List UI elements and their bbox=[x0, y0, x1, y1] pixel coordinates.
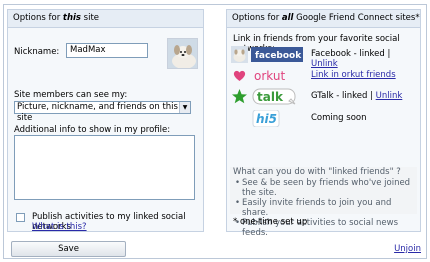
profile-info-textarea[interactable] bbox=[14, 135, 195, 200]
publish-activities-checkbox[interactable] bbox=[16, 213, 25, 222]
link-orkut-friends-link[interactable]: Link in orkut friends bbox=[311, 70, 396, 80]
profile-photo-icon bbox=[231, 46, 248, 63]
linked-friends-faq: What can you do with "linked friends" ? … bbox=[230, 167, 417, 238]
hi5-logo-icon: hi5 bbox=[252, 110, 280, 127]
svg-text:talk: talk bbox=[257, 90, 284, 104]
gtalk-status-text: GTalk - linked | bbox=[311, 91, 376, 101]
site-options-header-em: this bbox=[62, 13, 81, 23]
facebook-status-text: Facebook - linked | bbox=[311, 49, 391, 59]
faq-list: See & be seen by friends who've joined t… bbox=[230, 178, 417, 238]
all-sites-options-header: Options for all Google Friend Connect si… bbox=[227, 10, 420, 28]
all-sites-header-prefix: Options for bbox=[232, 13, 282, 23]
orkut-heart-icon bbox=[233, 70, 246, 81]
network-row-gtalk: talk GTalk - linked | Unlink bbox=[231, 88, 417, 105]
visibility-label: Site members can see my: bbox=[14, 90, 128, 100]
site-options-panel: Options for this site Nickname: MadMax S… bbox=[7, 9, 204, 232]
site-options-header: Options for this site bbox=[8, 10, 203, 28]
visibility-selected-value: Picture, nickname, and friends on this s… bbox=[17, 102, 178, 123]
green-star-icon bbox=[232, 89, 247, 104]
orkut-status: Link in orkut friends bbox=[311, 70, 396, 80]
svg-text:orkut: orkut bbox=[254, 69, 285, 83]
faq-item: Easily invite friends to join you and sh… bbox=[230, 198, 417, 218]
site-options-header-suffix: site bbox=[80, 13, 100, 23]
network-row-orkut: orkut Link in orkut friends bbox=[231, 67, 417, 84]
dialog-footer: Save Unjoin bbox=[7, 238, 425, 257]
network-row-facebook: facebook Facebook - linked | Unlink bbox=[231, 46, 417, 69]
faq-question: What can you do with "linked friends" ? bbox=[233, 167, 401, 177]
network-row-hi5: hi5 Coming soon bbox=[231, 110, 417, 127]
nickname-input[interactable]: MadMax bbox=[66, 43, 148, 58]
save-button[interactable]: Save bbox=[11, 241, 126, 257]
all-sites-header-em: all bbox=[281, 13, 294, 23]
gtalk-unlink-link[interactable]: Unlink bbox=[376, 91, 403, 101]
svg-text:facebook: facebook bbox=[255, 51, 302, 61]
faq-item: See & be seen by friends who've joined t… bbox=[230, 178, 417, 198]
one-time-setup-note: * one-time set up bbox=[233, 217, 308, 227]
facebook-logo-icon: facebook bbox=[251, 47, 303, 62]
unjoin-link[interactable]: Unjoin bbox=[394, 244, 421, 254]
all-sites-options-panel: Options for all Google Friend Connect si… bbox=[226, 9, 421, 238]
google-talk-logo-icon: talk bbox=[252, 88, 296, 105]
facebook-status: Facebook - linked | Unlink bbox=[311, 49, 417, 69]
nickname-label: Nickname: bbox=[14, 47, 60, 57]
visibility-select[interactable]: Picture, nickname, and friends on this s… bbox=[14, 101, 191, 123]
hi5-status: Coming soon bbox=[311, 113, 367, 123]
site-options-header-prefix: Options for bbox=[13, 13, 63, 23]
what-is-this-link[interactable]: What is this? bbox=[32, 222, 87, 232]
profile-info-label: Additional info to show in my profile: bbox=[14, 125, 171, 135]
settings-dialog: Options for this site Nickname: MadMax S… bbox=[3, 4, 427, 259]
dog-photo-icon bbox=[168, 39, 197, 68]
chevron-down-icon[interactable]: ▼ bbox=[179, 102, 190, 113]
avatar[interactable] bbox=[167, 38, 198, 69]
gtalk-status: GTalk - linked | Unlink bbox=[311, 91, 402, 101]
orkut-logo-icon: orkut bbox=[254, 69, 285, 83]
all-sites-header-suffix: Google Friend Connect sites* bbox=[293, 13, 420, 23]
svg-text:hi5: hi5 bbox=[256, 112, 277, 126]
